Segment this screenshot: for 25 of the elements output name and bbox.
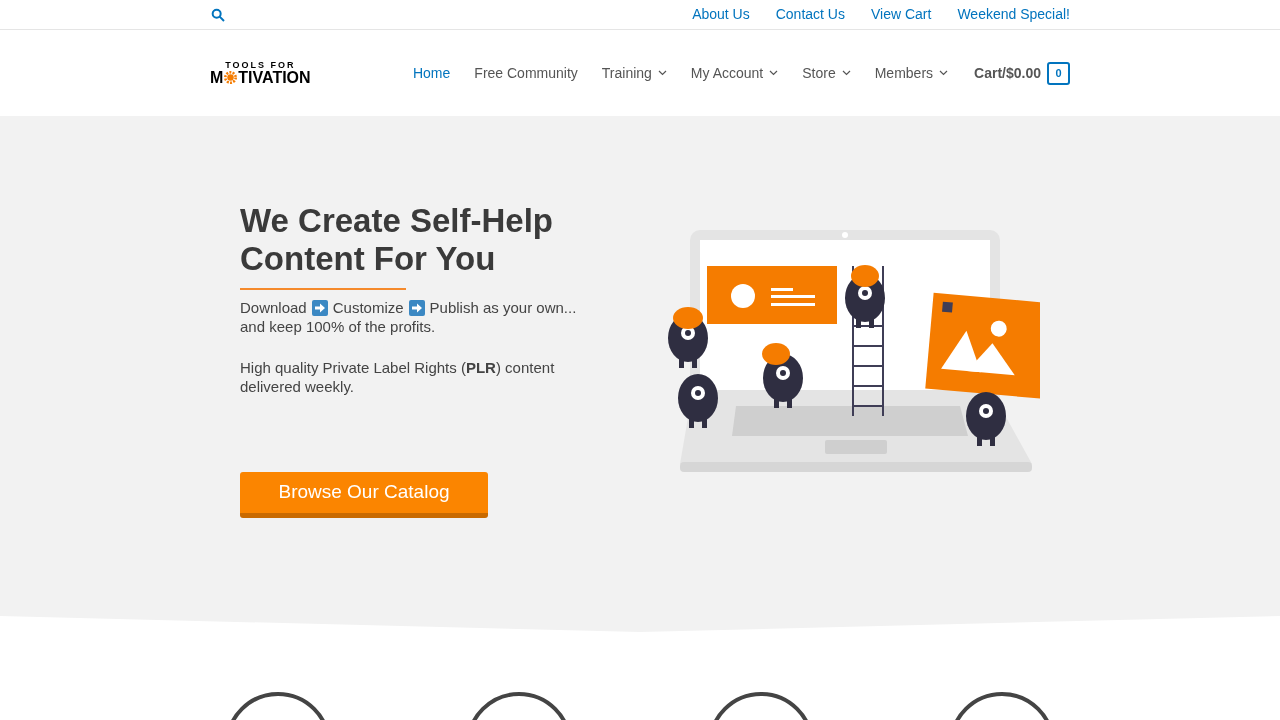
nav-item[interactable]: Home bbox=[400, 62, 463, 84]
chevron-down-icon bbox=[841, 70, 851, 76]
profits-text: and keep 100% of the profits. bbox=[240, 317, 437, 336]
hero-description: High quality Private Label Rights (PLR) content delivered weekly. bbox=[240, 358, 556, 396]
nav-item[interactable]: Free Community bbox=[462, 62, 590, 84]
step-text: Customize bbox=[332, 298, 404, 317]
top-link[interactable]: View Cart bbox=[870, 4, 932, 25]
step-text: Download bbox=[240, 298, 307, 317]
step-text: Publish as your own... bbox=[429, 298, 577, 317]
top-link[interactable]: About Us bbox=[692, 4, 750, 25]
cart-link[interactable]: Cart/$0.00 bbox=[974, 62, 1041, 84]
chevron-down-icon bbox=[769, 70, 779, 76]
top-link[interactable]: Weekend Special! bbox=[957, 4, 1070, 25]
hero-title: We Create Self-Help Content For You bbox=[240, 202, 554, 278]
nav-item[interactable]: Members bbox=[862, 62, 961, 84]
nav-item[interactable]: My Account bbox=[678, 62, 791, 84]
gear-icon bbox=[224, 71, 238, 84]
chevron-down-icon bbox=[657, 70, 667, 76]
cart-count[interactable]: 0 bbox=[1047, 61, 1070, 85]
search-icon[interactable] bbox=[210, 6, 226, 23]
nav-item[interactable]: Training bbox=[589, 62, 679, 84]
logo[interactable]: TOOLS FOR M TIVATION bbox=[210, 60, 311, 86]
chevron-down-icon bbox=[939, 70, 949, 76]
nav-item[interactable]: Store bbox=[790, 62, 863, 84]
top-link[interactable]: Contact Us bbox=[775, 4, 845, 25]
